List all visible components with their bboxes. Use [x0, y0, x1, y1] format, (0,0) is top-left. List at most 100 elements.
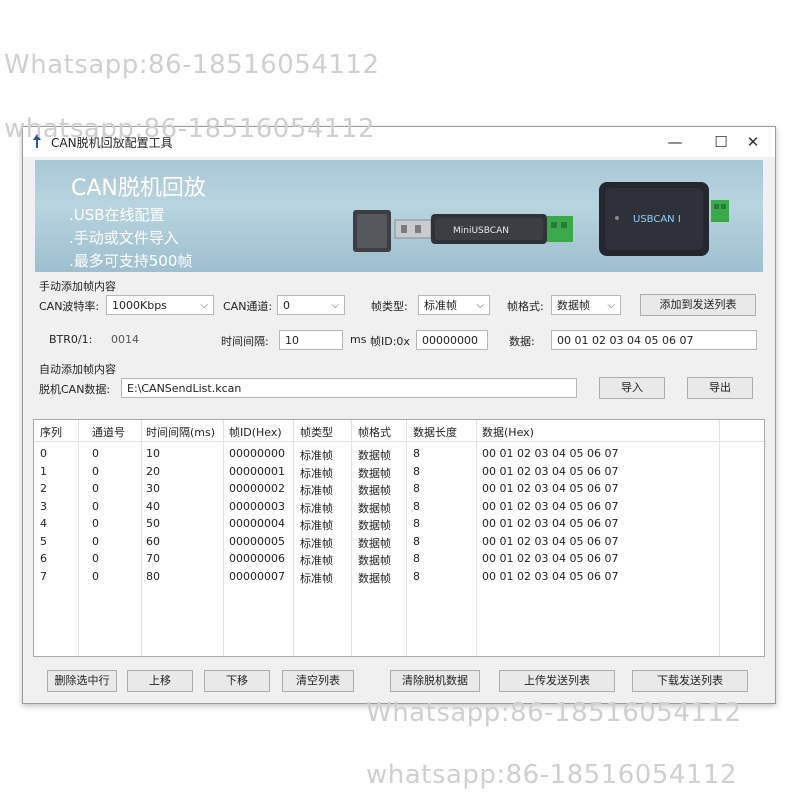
table-cell: 40 — [146, 499, 160, 513]
table-cell: 标准帧 — [300, 501, 333, 515]
baud-label: CAN波特率: — [39, 300, 100, 313]
table-cell: 标准帧 — [300, 484, 333, 497]
table-row[interactable]: 3 0 40 00000003 标准帧 数据帧 8 00 01 02 03 04 05 06 … — [34, 498, 764, 516]
data-label: 数据: — [509, 335, 535, 348]
delete-selected-button[interactable]: 删除选中行 — [47, 670, 117, 692]
baud-select[interactable]: 1000Kbps ⌵ — [106, 295, 214, 315]
table-cell: 8 — [413, 499, 420, 513]
table-cell: 80 — [146, 569, 160, 583]
table-row[interactable]: 6 0 70 00000006 标准帧 数据帧 8 00 01 02 03 04 05 06 … — [34, 550, 764, 568]
interval-unit: ms — [350, 333, 367, 346]
table-cell: 8 — [413, 482, 420, 495]
clear-list-button[interactable]: 清空列表 — [282, 670, 354, 692]
auto-section-label: 自动添加帧内容 — [39, 363, 116, 376]
table-cell: 标准帧 — [300, 571, 333, 585]
minimize-button[interactable]: — — [659, 131, 691, 153]
table-row[interactable]: 7 0 80 00000007 标准帧 数据帧 8 00 01 02 03 04 05 06 … — [34, 568, 764, 586]
table-cell: 8 — [413, 569, 420, 583]
file-label: 脱机CAN数据: — [39, 383, 111, 396]
chevron-down-icon: ⌵ — [476, 300, 484, 311]
table-cell: 0 — [92, 499, 99, 513]
table-cell: 标准帧 — [300, 519, 333, 532]
send-list-table[interactable]: 序列 通道号 时间间隔(ms) 帧ID(Hex) 帧类型 帧格式 数据长度 数据… — [33, 419, 765, 657]
table-cell: 50 — [146, 517, 160, 530]
table-cell: 00 01 02 03 04 05 06 07 — [482, 482, 619, 495]
upload-list-button[interactable]: 上传发送列表 — [499, 670, 615, 692]
watermark-text: Whatsapp:86-18516054112 — [4, 50, 380, 80]
column-header[interactable]: 时间间隔(ms) — [146, 424, 215, 440]
download-list-button[interactable]: 下载发送列表 — [632, 670, 748, 692]
table-cell: 00000001 — [229, 464, 285, 478]
interval-input[interactable]: 10 — [279, 330, 343, 350]
table-row[interactable]: 1 0 20 00000001 标准帧 数据帧 8 00 01 02 03 04 05 06 … — [34, 463, 764, 481]
table-cell: 1 — [40, 464, 47, 478]
table-cell: 00 01 02 03 04 05 06 07 — [482, 517, 619, 530]
table-cell: 0 — [92, 447, 99, 460]
table-cell: 00 01 02 03 04 05 06 07 — [482, 464, 619, 478]
table-cell: 60 — [146, 534, 160, 548]
table-cell: 00 01 02 03 04 05 06 07 — [482, 569, 619, 583]
move-down-button[interactable]: 下移 — [204, 670, 270, 692]
table-cell: 数据帧 — [358, 449, 391, 462]
table-row[interactable]: 2 0 30 00000002 标准帧 数据帧 8 00 01 02 03 04 05 06 … — [34, 480, 764, 498]
file-path-input[interactable]: E:\CANSendList.kcan — [121, 378, 577, 398]
column-header[interactable]: 帧ID(Hex) — [229, 424, 282, 440]
device-label: MiniUSBCAN — [453, 226, 509, 236]
table-row[interactable]: 5 0 60 00000005 标准帧 数据帧 8 00 01 02 03 04 05 06 … — [34, 533, 764, 551]
table-cell: 30 — [146, 482, 160, 495]
frame-id-label: 帧ID:0x — [370, 335, 410, 348]
usbcan-device-image: USBCAN I — [599, 182, 729, 256]
table-cell: 标准帧 — [300, 554, 333, 567]
table-cell: 0 — [92, 552, 99, 565]
table-cell: 00000003 — [229, 499, 285, 513]
add-to-list-button[interactable]: 添加到发送列表 — [640, 294, 756, 316]
column-header[interactable]: 数据长度 — [413, 424, 457, 440]
table-cell: 8 — [413, 447, 420, 460]
move-up-button[interactable]: 上移 — [127, 670, 193, 692]
table-cell: 数据帧 — [358, 571, 391, 585]
clear-offline-data-button[interactable]: 清除脱机数据 — [390, 670, 480, 692]
watermark-text: whatsapp:86-18516054112 — [366, 760, 738, 790]
import-button[interactable]: 导入 — [599, 377, 665, 399]
table-cell: 数据帧 — [358, 501, 391, 515]
table-cell: 10 — [146, 447, 160, 460]
btr-label: BTR0/1: — [49, 333, 93, 346]
btr-value: 0014 — [111, 333, 139, 346]
column-header[interactable]: 序列 — [40, 424, 62, 440]
table-cell: 00000006 — [229, 552, 285, 565]
table-cell: 00000007 — [229, 569, 285, 583]
table-row[interactable]: 4 0 50 00000004 标准帧 数据帧 8 00 01 02 03 04 05 06 … — [34, 515, 764, 533]
export-button[interactable]: 导出 — [687, 377, 753, 399]
table-cell: 8 — [413, 552, 420, 565]
frame-id-input[interactable]: 00000000 — [416, 330, 488, 350]
watermark-text: whatsapp:86-18516054112 — [4, 114, 376, 144]
table-cell: 00 01 02 03 04 05 06 07 — [482, 499, 619, 513]
manual-section-label: 手动添加帧内容 — [39, 280, 116, 293]
close-button[interactable]: ✕ — [737, 131, 769, 153]
frame-format-value: 数据帧 — [557, 299, 590, 312]
table-row[interactable]: 0 0 10 00000000 标准帧 数据帧 8 00 01 02 03 04 05 06 … — [34, 445, 764, 463]
column-header[interactable]: 帧格式 — [358, 424, 391, 440]
frame-format-select[interactable]: 数据帧 ⌵ — [551, 295, 621, 315]
table-cell: 数据帧 — [358, 554, 391, 567]
table-cell: 8 — [413, 534, 420, 548]
frame-type-select[interactable]: 标准帧 ⌵ — [418, 295, 490, 315]
table-cell: 4 — [40, 517, 47, 530]
data-input[interactable]: 00 01 02 03 04 05 06 07 — [551, 330, 757, 350]
channel-select[interactable]: 0 ⌵ — [277, 295, 345, 315]
table-cell: 0 — [92, 534, 99, 548]
table-cell: 70 — [146, 552, 160, 565]
table-cell: 00000005 — [229, 534, 285, 548]
column-header[interactable]: 帧类型 — [300, 424, 333, 440]
column-header[interactable]: 通道号 — [92, 424, 125, 440]
table-cell: 标准帧 — [300, 466, 333, 480]
banner-line: .USB在线配置 — [69, 206, 165, 224]
maximize-button[interactable]: ☐ — [705, 131, 737, 153]
frame-format-label: 帧格式: — [507, 300, 544, 313]
chevron-down-icon: ⌵ — [331, 300, 339, 311]
table-cell: 7 — [40, 569, 47, 583]
column-header[interactable]: 数据(Hex) — [482, 424, 534, 440]
banner-line: .手动或文件导入 — [69, 229, 179, 247]
table-cell: 0 — [92, 464, 99, 478]
banner-line: .最多可支持500帧 — [69, 252, 193, 270]
